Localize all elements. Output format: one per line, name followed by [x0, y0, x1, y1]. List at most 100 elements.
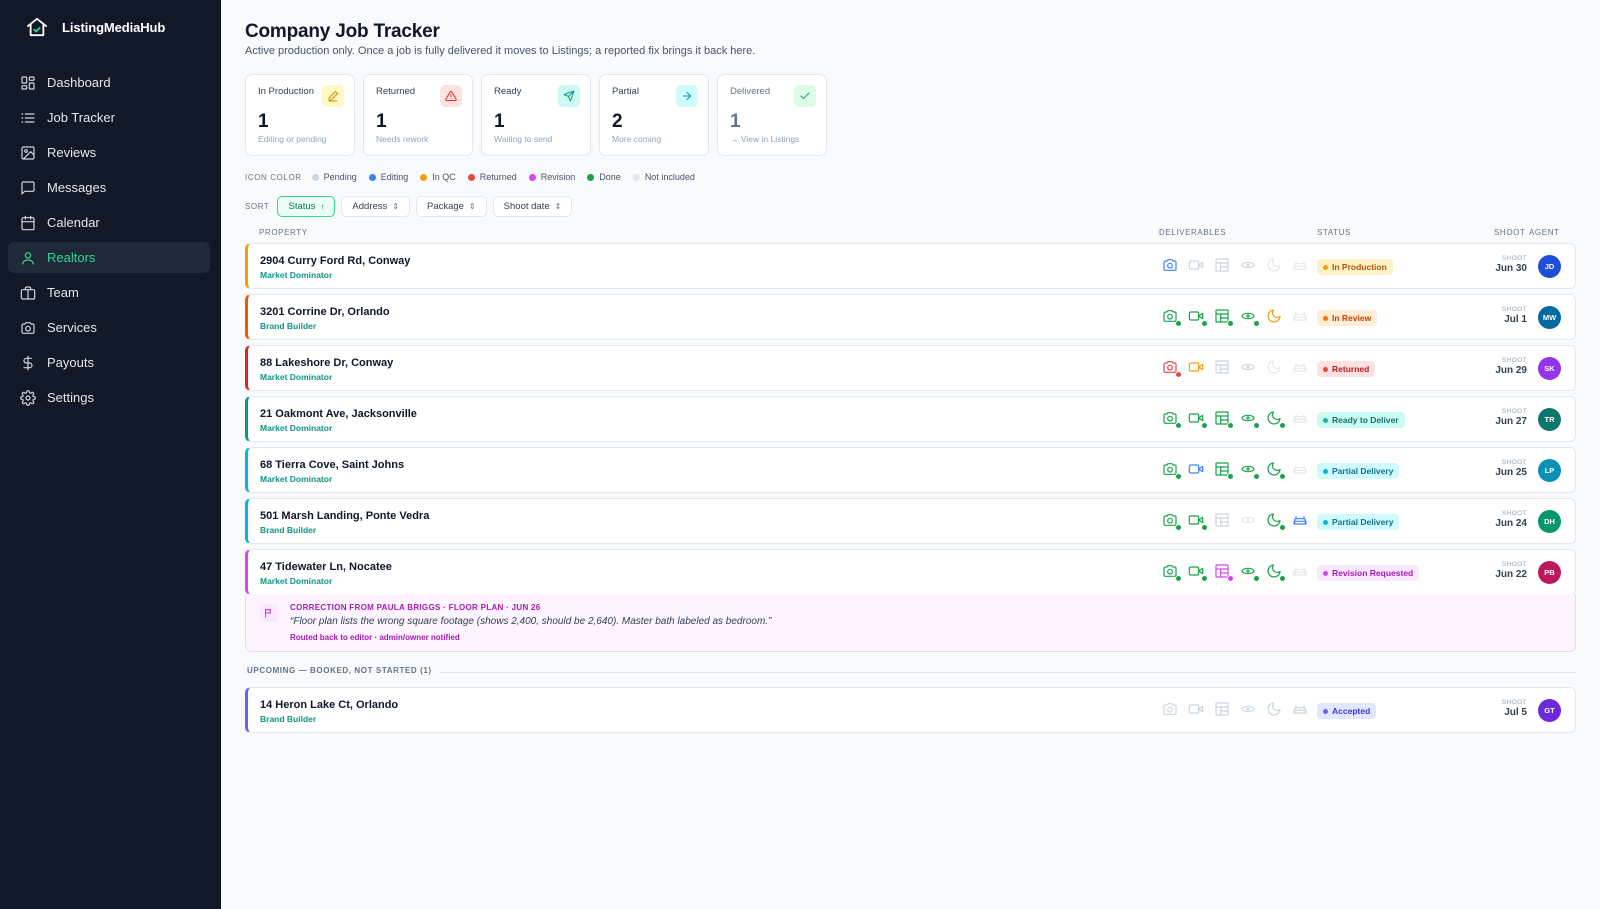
- agent-avatar[interactable]: TR: [1538, 408, 1561, 431]
- camera-deliverable[interactable]: [1162, 512, 1182, 531]
- drone-deliverable[interactable]: [1240, 512, 1258, 530]
- camera-deliverable[interactable]: [1162, 461, 1182, 480]
- video-deliverable[interactable]: [1188, 308, 1208, 327]
- job-package: Market Dominator: [260, 372, 333, 382]
- twilight-deliverable[interactable]: [1266, 701, 1284, 719]
- stat-card-returned[interactable]: Returned 1 Needs rework: [363, 74, 473, 156]
- status-badge-dot: [1175, 320, 1182, 327]
- camera-deliverable[interactable]: [1162, 563, 1182, 582]
- drone-deliverable[interactable]: [1240, 257, 1258, 275]
- camera-deliverable[interactable]: [1162, 359, 1182, 378]
- video-deliverable[interactable]: [1188, 563, 1208, 582]
- sort-address-button[interactable]: Address ⇕: [341, 196, 410, 217]
- drone-deliverable[interactable]: [1240, 410, 1260, 429]
- agent-avatar[interactable]: MW: [1538, 306, 1561, 329]
- twilight-deliverable[interactable]: [1266, 359, 1284, 377]
- floorplan-deliverable[interactable]: [1214, 257, 1232, 275]
- sidebar-item-dashboard[interactable]: Dashboard: [8, 67, 210, 98]
- drone-deliverable[interactable]: [1240, 563, 1260, 582]
- video-deliverable[interactable]: [1188, 410, 1208, 429]
- staging-deliverable[interactable]: [1292, 359, 1310, 377]
- sort-label-text: Package: [426, 201, 464, 212]
- list-icon: [21, 112, 35, 123]
- stat-value: 1: [494, 111, 505, 132]
- stat-card-in-production[interactable]: In Production 1 Editing or pending: [245, 74, 355, 156]
- drone-deliverable[interactable]: [1240, 461, 1260, 480]
- staging-deliverable[interactable]: [1292, 410, 1310, 428]
- job-row[interactable]: 47 Tidewater Ln, Nocatee Market Dominator…: [245, 549, 1576, 595]
- job-row[interactable]: 2904 Curry Ford Rd, Conway Market Dominat…: [245, 243, 1576, 289]
- video-deliverable[interactable]: [1188, 359, 1206, 377]
- sort-package-button[interactable]: Package ⇕: [415, 196, 487, 217]
- sidebar-item-calendar[interactable]: Calendar: [8, 207, 210, 238]
- floorplan-deliverable[interactable]: [1214, 308, 1234, 327]
- staging-icon: [1293, 465, 1307, 474]
- legend-dot: [632, 173, 640, 181]
- sidebar-item-realtors[interactable]: Realtors: [8, 242, 210, 273]
- twilight-deliverable[interactable]: [1266, 257, 1284, 275]
- house-logo-icon: [26, 17, 47, 37]
- agent-avatar[interactable]: GT: [1538, 699, 1561, 722]
- drone-icon: [1241, 516, 1255, 524]
- drone-deliverable[interactable]: [1240, 308, 1260, 327]
- twilight-deliverable[interactable]: [1266, 308, 1284, 326]
- twilight-deliverable[interactable]: [1266, 563, 1286, 582]
- brand[interactable]: ListingMediaHub: [26, 17, 165, 37]
- staging-deliverable[interactable]: [1292, 701, 1310, 719]
- video-deliverable[interactable]: [1188, 701, 1206, 719]
- job-row[interactable]: 3201 Corrine Dr, Orlando Brand Builder In …: [245, 294, 1576, 340]
- staging-deliverable[interactable]: [1292, 461, 1310, 479]
- drone-deliverable[interactable]: [1240, 359, 1258, 377]
- twilight-deliverable[interactable]: [1266, 410, 1286, 429]
- video-deliverable[interactable]: [1188, 257, 1206, 275]
- agent-avatar[interactable]: SK: [1538, 357, 1561, 380]
- sort-status-button[interactable]: Status ↑: [277, 196, 336, 217]
- floorplan-deliverable[interactable]: [1214, 410, 1234, 429]
- camera-deliverable[interactable]: [1162, 257, 1180, 275]
- camera-deliverable[interactable]: [1162, 410, 1182, 429]
- agent-avatar[interactable]: DH: [1538, 510, 1561, 533]
- agent-avatar[interactable]: JD: [1538, 255, 1561, 278]
- floorplan-deliverable[interactable]: [1214, 701, 1232, 719]
- staging-deliverable[interactable]: [1292, 512, 1310, 530]
- shoot-label: SHOOT: [1501, 255, 1527, 262]
- agent-avatar[interactable]: PB: [1538, 561, 1561, 584]
- correction-note: CORRECTION FROM PAULA BRIGGS · FLOOR PLA…: [245, 594, 1576, 652]
- agent-avatar[interactable]: LP: [1538, 459, 1561, 482]
- stat-card-delivered[interactable]: Delivered 1 → View in Listings: [717, 74, 827, 156]
- job-row[interactable]: 88 Lakeshore Dr, Conway Market Dominator R…: [245, 345, 1576, 391]
- camera-deliverable[interactable]: [1162, 308, 1182, 327]
- staging-deliverable[interactable]: [1292, 563, 1310, 581]
- deliverables: [1162, 257, 1318, 275]
- video-deliverable[interactable]: [1188, 512, 1208, 531]
- sidebar-item-messages[interactable]: Messages: [8, 172, 210, 203]
- stat-card-partial[interactable]: Partial 2 More coming: [599, 74, 709, 156]
- job-row[interactable]: 14 Heron Lake Ct, Orlando Brand Builder Ac…: [245, 687, 1576, 733]
- video-deliverable[interactable]: [1188, 461, 1206, 479]
- video-icon: [1188, 260, 1204, 270]
- sidebar-item-reviews[interactable]: Reviews: [8, 137, 210, 168]
- twilight-deliverable[interactable]: [1266, 461, 1286, 480]
- sidebar-item-team[interactable]: Team: [8, 277, 210, 308]
- job-row[interactable]: 68 Tierra Cove, Saint Johns Market Domina…: [245, 447, 1576, 493]
- drone-deliverable[interactable]: [1240, 701, 1258, 719]
- sidebar-item-payouts[interactable]: Payouts: [8, 347, 210, 378]
- stat-card-ready[interactable]: Ready 1 Waiting to send: [481, 74, 591, 156]
- sidebar-item-services[interactable]: Services: [8, 312, 210, 343]
- twilight-deliverable[interactable]: [1266, 512, 1286, 531]
- camera-deliverable[interactable]: [1162, 701, 1180, 719]
- floorplan-deliverable[interactable]: [1214, 359, 1232, 377]
- floorplan-deliverable[interactable]: [1214, 512, 1232, 530]
- job-row[interactable]: 501 Marsh Landing, Ponte Vedra Brand Buil…: [245, 498, 1576, 544]
- floorplan-deliverable[interactable]: [1214, 461, 1234, 480]
- shoot-date-block: SHOOT Jun 25: [1495, 459, 1527, 478]
- sidebar-item-settings[interactable]: Settings: [8, 382, 210, 413]
- job-row[interactable]: 21 Oakmont Ave, Jacksonville Market Domin…: [245, 396, 1576, 442]
- sort-shoot-date-button[interactable]: Shoot date ⇕: [492, 196, 573, 217]
- floorplan-deliverable[interactable]: [1214, 563, 1234, 582]
- staging-deliverable[interactable]: [1292, 257, 1310, 275]
- staging-deliverable[interactable]: [1292, 308, 1310, 326]
- sidebar-item-job-tracker[interactable]: Job Tracker: [8, 102, 210, 133]
- sidebar-item-label: Services: [47, 320, 97, 335]
- status-badge-dot: [1201, 575, 1208, 582]
